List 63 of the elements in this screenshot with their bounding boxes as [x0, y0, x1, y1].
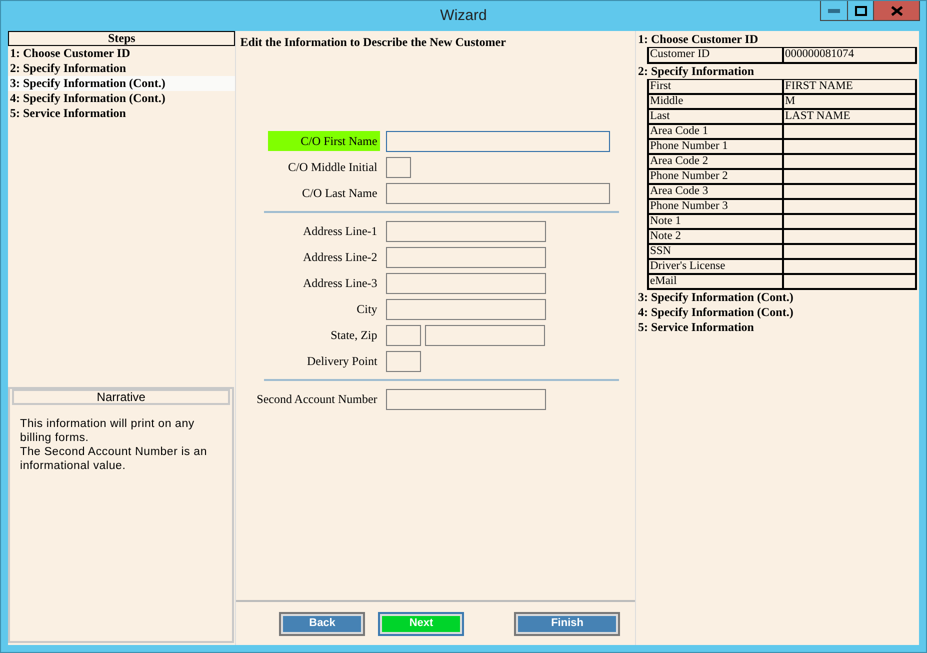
input-field[interactable]	[386, 156, 412, 178]
table-cell: Note 2	[648, 229, 783, 244]
field-label: C/O Middle Initial	[286, 159, 378, 176]
step-item[interactable]: 2: Specify Information	[8, 61, 236, 76]
table-cell: Area Code 1	[648, 124, 783, 139]
narrative-header: Narrative	[12, 389, 230, 405]
field-label: Address Line-2	[302, 249, 378, 266]
field-label: Address Line-1	[302, 223, 378, 240]
form-heading: Edit the Information to Describe the New Customer	[239, 34, 507, 51]
summary-heading: 3: Specify Information (Cont.)	[638, 290, 794, 305]
input-field[interactable]	[386, 220, 546, 242]
field-label: C/O Last Name	[300, 185, 378, 202]
table-cell: 000000081074	[783, 48, 916, 62]
field-label: Second Account Number	[256, 391, 378, 408]
input-field[interactable]	[386, 350, 422, 372]
table-cell: FIRST NAME	[783, 79, 916, 94]
table-cell: Phone Number 1	[648, 139, 783, 154]
minimize-button[interactable]	[820, 1, 848, 21]
wizard-button[interactable]: Back	[279, 612, 366, 636]
table-cell: eMail	[648, 274, 783, 289]
summary-heading: 5: Service Information	[638, 320, 755, 335]
wizard-button[interactable]: Finish	[514, 612, 620, 636]
field-label: C/O First Name	[268, 131, 380, 151]
steps-header: Steps	[8, 31, 236, 46]
field-label: State, Zip	[330, 327, 378, 344]
close-icon	[890, 6, 902, 16]
summary-heading: 4: Specify Information (Cont.)	[638, 305, 794, 320]
table-cell: Area Code 3	[648, 184, 783, 199]
table-cell: Phone Number 2	[648, 169, 783, 184]
input-field[interactable]	[425, 324, 546, 346]
maximize-icon	[854, 6, 866, 16]
input-field[interactable]	[386, 324, 422, 346]
maximize-button[interactable]	[848, 1, 874, 21]
table-cell: Last	[648, 109, 783, 124]
narrative-text: This information will print on any billing forms. The Second Account Number is an informational value.	[19, 417, 208, 473]
field-label: Address Line-3	[302, 275, 378, 292]
input-field[interactable]	[386, 130, 610, 152]
table-cell: Middle	[648, 94, 783, 109]
window-title: Wizard	[440, 6, 487, 26]
table-cell: Phone Number 3	[648, 199, 783, 214]
table-cell: Driver's License	[648, 259, 783, 274]
table-cell: Note 1	[648, 214, 783, 229]
input-field[interactable]	[386, 298, 546, 320]
summary-heading: 1: Choose Customer ID	[638, 32, 760, 47]
table-cell: SSN	[648, 244, 783, 259]
input-field[interactable]	[386, 388, 546, 410]
summary-heading: 2: Specify Information	[638, 64, 755, 78]
step-item[interactable]: 4: Specify Information (Cont.)	[8, 91, 236, 106]
table-cell: Customer ID	[648, 48, 783, 62]
table-cell: Area Code 2	[648, 154, 783, 169]
input-field[interactable]	[386, 246, 546, 268]
step-item[interactable]: 1: Choose Customer ID	[8, 46, 236, 61]
minimize-icon	[828, 8, 840, 12]
input-field[interactable]	[386, 272, 546, 294]
input-field[interactable]	[386, 182, 610, 204]
table-cell: M	[783, 94, 916, 109]
table-cell: LAST NAME	[783, 109, 916, 124]
close-button[interactable]	[874, 1, 920, 21]
step-item[interactable]: 3: Specify Information (Cont.)	[8, 76, 236, 91]
table-cell: First	[648, 79, 783, 94]
step-item[interactable]: 5: Service Information	[8, 106, 236, 121]
field-label: City	[356, 301, 378, 318]
field-label: Delivery Point	[306, 353, 378, 370]
